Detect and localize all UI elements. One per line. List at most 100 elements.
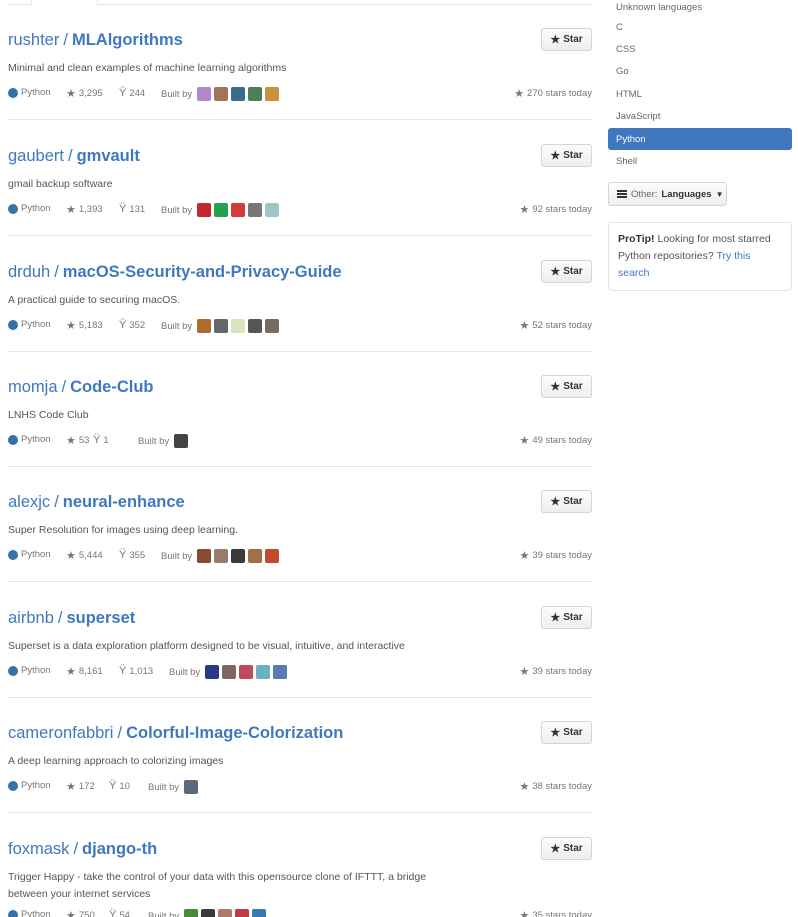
avatar[interactable] [218, 909, 233, 917]
avatar[interactable] [248, 203, 263, 217]
avatar[interactable] [197, 319, 212, 333]
avatar[interactable] [231, 87, 246, 101]
contributor-avatars [197, 549, 280, 563]
avatar[interactable] [273, 665, 288, 679]
avatar[interactable] [214, 87, 229, 101]
star-button[interactable]: ★ Star [541, 837, 592, 860]
star-button[interactable]: ★ Star [541, 144, 592, 167]
repo-forks-link[interactable]: Ÿ 352 [119, 319, 145, 331]
language-filter-python[interactable]: Python [608, 127, 792, 151]
language-filter-css[interactable]: CSS [608, 38, 792, 60]
repo-forks-link[interactable]: Ÿ 244 [119, 87, 145, 99]
repo-language: Python [8, 319, 51, 330]
repo-meta: Python ★ 1,393 Ÿ 131 Built by ★ 92 stars today [8, 203, 592, 217]
repo-meta: Python ★ 5,183 Ÿ 352 Built by ★ 52 stars today [8, 319, 592, 333]
language-filter-unknown-languages[interactable]: Unknown languages [608, 0, 792, 16]
repo-forks-link[interactable]: Ÿ 10 [109, 780, 130, 792]
avatar[interactable] [231, 203, 246, 217]
language-color-dot [8, 434, 18, 445]
avatar[interactable] [184, 909, 199, 917]
avatar[interactable] [214, 203, 229, 217]
star-icon: ★ [519, 781, 530, 793]
star-button[interactable]: ★ Star [541, 28, 592, 51]
repo-stars-link[interactable]: ★ 750 [66, 909, 95, 917]
repo-title-link[interactable]: alexjc / neural-enhance [8, 492, 185, 512]
avatar[interactable] [214, 319, 229, 333]
star-icon: ★ [550, 150, 561, 162]
avatar[interactable] [265, 549, 280, 563]
star-button[interactable]: ★ Star [541, 490, 592, 513]
repo-title-link[interactable]: gaubert / gmvault [8, 146, 140, 166]
avatar[interactable] [265, 203, 280, 217]
stars-today: ★ 35 stars today [519, 909, 592, 917]
avatar[interactable] [252, 909, 267, 917]
repo-language-name: Python [21, 549, 51, 560]
language-filter-shell[interactable]: Shell [608, 150, 792, 172]
sidebar: Unknown languages C CSS Go HTML JavaScript Pyt… [608, 0, 792, 291]
repo-item: rushter / MLAlgorithms ★ Star Minimal and cle… [8, 4, 592, 120]
avatar[interactable] [222, 665, 237, 679]
repo-item: momja / Code-Club ★ Star LNHS Code Club Python… [8, 351, 592, 467]
avatar[interactable] [197, 203, 212, 217]
star-button[interactable]: ★ Star [541, 606, 592, 629]
repo-item: alexjc / neural-enhance ★ Star Super Resoluti… [8, 466, 592, 582]
avatar[interactable] [174, 434, 189, 448]
repo-title-link[interactable]: airbnb / superset [8, 608, 135, 628]
other-languages-button[interactable]: Other: Languages ▼ [608, 182, 727, 206]
repo-title-link[interactable]: drduh / macOS-Security-and-Privacy-Guide [8, 262, 342, 282]
avatar[interactable] [231, 319, 246, 333]
star-icon: ★ [519, 910, 530, 917]
repo-stars-link[interactable]: ★ 1,393 [66, 203, 103, 216]
avatar[interactable] [239, 665, 254, 679]
language-filter-go[interactable]: Go [608, 61, 792, 83]
avatar[interactable] [231, 549, 246, 563]
fork-icon: Ÿ [119, 203, 127, 215]
avatar[interactable] [184, 780, 199, 794]
repo-meta: Python ★ 750 Ÿ 54 Built by ★ 35 stars today [8, 909, 592, 917]
avatar[interactable] [205, 665, 220, 679]
language-filter-c[interactable]: C [608, 16, 792, 38]
avatar[interactable] [201, 909, 216, 917]
repo-stars-count: 3,295 [78, 88, 103, 99]
avatar[interactable] [197, 549, 212, 563]
avatar[interactable] [197, 87, 212, 101]
repo-stars-link[interactable]: ★ 5,183 [66, 319, 103, 332]
avatar[interactable] [248, 87, 263, 101]
avatar[interactable] [214, 549, 229, 563]
repo-title-link[interactable]: momja / Code-Club [8, 377, 154, 397]
avatar[interactable] [265, 319, 280, 333]
repo-title-link[interactable]: foxmask / django-th [8, 839, 157, 859]
repo-title-link[interactable]: rushter / MLAlgorithms [8, 30, 183, 50]
avatar[interactable] [235, 909, 250, 917]
star-button[interactable]: ★ Star [541, 375, 592, 398]
stars-today: ★ 39 stars today [519, 665, 592, 678]
fork-icon: Ÿ [109, 780, 117, 792]
repo-stars-link[interactable]: ★ 5,444 [66, 549, 103, 562]
repo-stars-link[interactable]: ★ 3,295 [66, 87, 103, 100]
avatar[interactable] [265, 87, 280, 101]
repo-forks-link[interactable]: Ÿ 131 [119, 203, 145, 215]
repo-owner: rushter [8, 31, 60, 49]
star-icon: ★ [550, 727, 561, 739]
repo-stars-link[interactable]: ★ 172 [66, 780, 95, 793]
repo-owner: airbnb [8, 609, 54, 627]
repo-separator: / [63, 31, 68, 49]
avatar[interactable] [256, 665, 271, 679]
repo-stars-link[interactable]: ★ 8,161 [66, 665, 103, 678]
language-filter-list: Unknown languages C CSS Go HTML JavaScript Pyt… [608, 0, 792, 173]
repo-stars-link[interactable]: ★ 53 [66, 434, 89, 447]
repo-title-link[interactable]: cameronfabbri / Colorful-Image-Colorizatio… [8, 723, 343, 743]
avatar[interactable] [248, 549, 263, 563]
repo-forks-link[interactable]: Ÿ 355 [119, 549, 145, 561]
repo-forks-link[interactable]: Ÿ1 [93, 434, 109, 446]
language-filter-javascript[interactable]: JavaScript [608, 106, 792, 128]
avatar[interactable] [248, 319, 263, 333]
repo-forks-link[interactable]: Ÿ 54 [109, 909, 130, 917]
repo-separator: / [73, 840, 79, 858]
repo-stars-count: 5,444 [78, 550, 103, 561]
language-filter-html[interactable]: HTML [608, 83, 792, 105]
repo-forks-link[interactable]: Ÿ 1,013 [119, 665, 153, 677]
star-button[interactable]: ★ Star [541, 721, 592, 744]
star-button[interactable]: ★ Star [541, 260, 592, 283]
star-button-label: Star [563, 496, 583, 507]
